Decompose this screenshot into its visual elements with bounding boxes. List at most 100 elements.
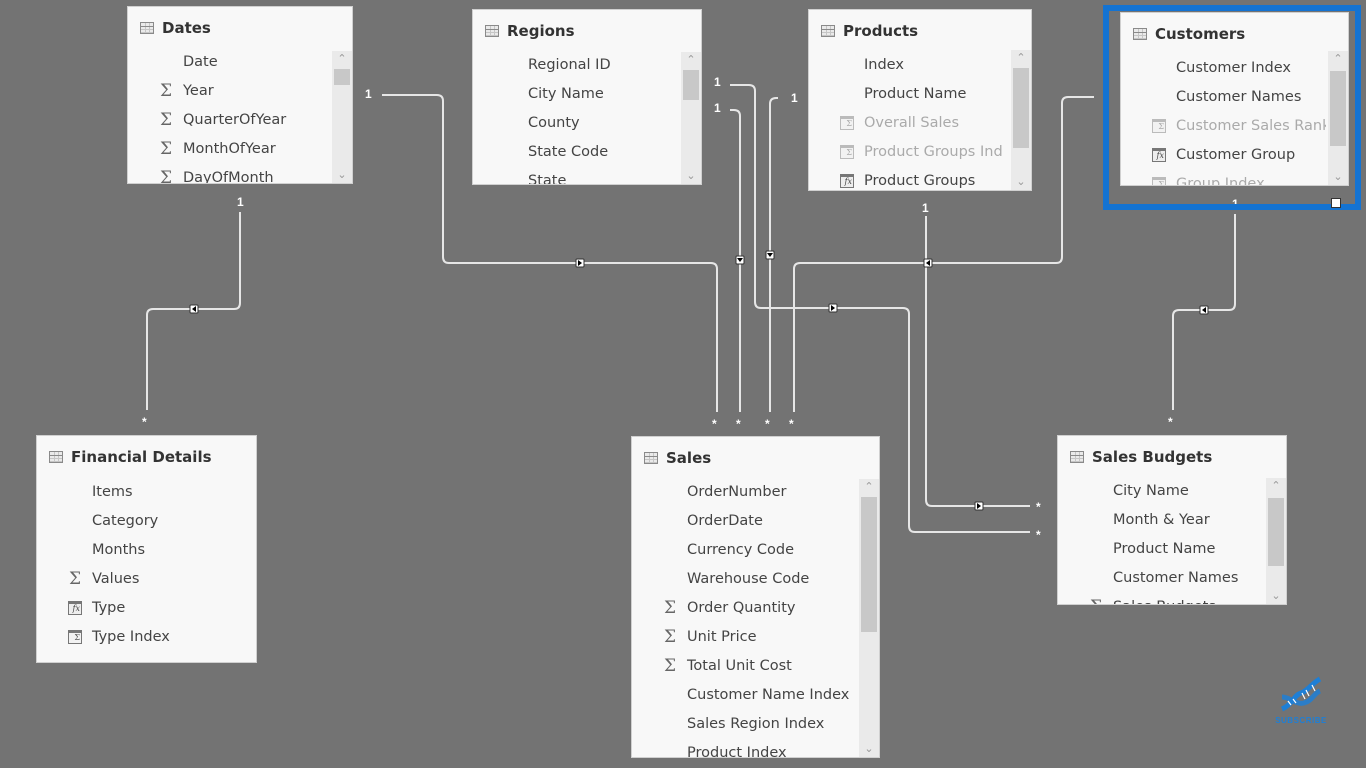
- table-icon: [49, 451, 63, 463]
- scroll-up-icon[interactable]: ⌃: [1266, 478, 1286, 494]
- scroll-down-icon[interactable]: ⌄: [681, 168, 701, 184]
- field-name: OrderDate: [687, 512, 763, 529]
- field-list: Date Σ Year Σ QuarterOfYear Σ MonthOfYear Σ DayO…: [128, 47, 330, 184]
- cardinality-many-label: *: [142, 415, 147, 429]
- relationship-arrow-products-sales[interactable]: [765, 250, 775, 260]
- field-year[interactable]: Σ Year: [128, 76, 330, 105]
- field-county[interactable]: County: [473, 108, 679, 137]
- field-list: Index Product Name Σ Overall Sales Σ Product …: [809, 50, 1009, 190]
- field-product-groups-ind[interactable]: Σ Product Groups Ind: [809, 137, 1009, 166]
- field-customer-names[interactable]: Customer Names: [1058, 563, 1264, 592]
- table-title: Sales Budgets: [1092, 448, 1213, 466]
- field-months[interactable]: Months: [37, 535, 236, 564]
- table-header[interactable]: Products: [821, 20, 918, 42]
- field-name: County: [528, 114, 580, 131]
- field-type[interactable]: fx Type: [37, 593, 236, 622]
- relationship-arrow-customers-budgets[interactable]: [1199, 305, 1209, 315]
- table-header[interactable]: Regions: [485, 20, 575, 42]
- table-title: Regions: [507, 22, 575, 40]
- field-sales-budgets[interactable]: Σ Sales Budgets: [1058, 592, 1264, 605]
- field-monthofyear[interactable]: Σ MonthOfYear: [128, 134, 330, 163]
- dna-icon: [1280, 676, 1322, 712]
- relationship-arrow-products-budgets[interactable]: [974, 501, 984, 511]
- table-card-dates[interactable]: Dates Date Σ Year Σ QuarterOfYear Σ MonthOfYear…: [127, 6, 353, 184]
- table-header[interactable]: Sales: [644, 447, 711, 469]
- table-header[interactable]: Dates: [140, 17, 211, 39]
- scroll-up-icon[interactable]: ⌃: [1011, 50, 1031, 66]
- table-card-sales[interactable]: Sales OrderNumber OrderDate Currency Code Wa…: [631, 436, 880, 758]
- table-header[interactable]: Sales Budgets: [1070, 446, 1212, 468]
- measure-glyph: Σ: [840, 144, 854, 159]
- scroll-down-icon[interactable]: ⌄: [1011, 174, 1031, 190]
- field-order-quantity[interactable]: Σ Order Quantity: [632, 593, 857, 622]
- scroll-thumb[interactable]: [683, 70, 699, 100]
- field-dayofmonth[interactable]: Σ DayOfMonth: [128, 163, 330, 184]
- relationship-arrow-dates-financial[interactable]: [189, 304, 199, 314]
- table-icon: [1070, 451, 1084, 463]
- field-product-index[interactable]: Product Index: [632, 738, 857, 758]
- scrollbar[interactable]: ⌃ ⌄: [859, 479, 879, 757]
- table-card-sales-budgets[interactable]: Sales Budgets City Name Month & Year Produc…: [1057, 435, 1287, 605]
- field-currency-code[interactable]: Currency Code: [632, 535, 857, 564]
- fx-glyph: fx: [68, 600, 82, 615]
- relationship-arrow-customers-sales[interactable]: [923, 258, 933, 268]
- scroll-thumb[interactable]: [1013, 68, 1029, 148]
- field-city-name[interactable]: City Name: [473, 79, 679, 108]
- scroll-up-icon[interactable]: ⌃: [681, 52, 701, 68]
- field-product-name[interactable]: Product Name: [809, 79, 1009, 108]
- field-date[interactable]: Date: [128, 47, 330, 76]
- relationship-arrow-dates-sales[interactable]: [735, 255, 745, 265]
- scrollbar[interactable]: ⌃ ⌄: [1266, 478, 1286, 604]
- scroll-down-icon[interactable]: ⌄: [332, 167, 352, 183]
- table-card-financial-details[interactable]: Financial Details Items Category Months Σ Val…: [36, 435, 257, 663]
- field-product-name[interactable]: Product Name: [1058, 534, 1264, 563]
- relationship-arrow-regions-budgets[interactable]: [828, 303, 838, 313]
- scroll-thumb[interactable]: [334, 69, 350, 85]
- field-state-code[interactable]: State Code: [473, 137, 679, 166]
- table-card-products[interactable]: Products Index Product Name Σ Overall Sales Σ…: [808, 9, 1032, 191]
- field-quarterofyear[interactable]: Σ QuarterOfYear: [128, 105, 330, 134]
- field-name: Product Name: [1113, 540, 1216, 557]
- field-month-year[interactable]: Month & Year: [1058, 505, 1264, 534]
- subscribe-watermark[interactable]: SUBSCRIBE: [1268, 675, 1334, 727]
- scroll-thumb[interactable]: [1268, 498, 1284, 566]
- field-state[interactable]: State: [473, 166, 679, 185]
- field-name: Items: [92, 483, 133, 500]
- relationship-arrow-regions-sales[interactable]: [575, 258, 585, 268]
- table-title: Sales: [666, 449, 712, 467]
- field-orderdate[interactable]: OrderDate: [632, 506, 857, 535]
- field-regional-id[interactable]: Regional ID: [473, 50, 679, 79]
- field-product-groups[interactable]: fx Product Groups: [809, 166, 1009, 190]
- field-total-unit-cost[interactable]: Σ Total Unit Cost: [632, 651, 857, 680]
- scroll-down-icon[interactable]: ⌄: [859, 741, 879, 757]
- resize-handle[interactable]: [1331, 198, 1341, 208]
- field-sales-region-index[interactable]: Sales Region Index: [632, 709, 857, 738]
- field-name: Customer Names: [1113, 569, 1239, 586]
- scroll-down-icon[interactable]: ⌄: [1266, 588, 1286, 604]
- field-category[interactable]: Category: [37, 506, 236, 535]
- field-values[interactable]: Σ Values: [37, 564, 236, 593]
- scrollbar[interactable]: ⌃ ⌄: [332, 51, 352, 183]
- field-type-index[interactable]: Σ Type Index: [37, 622, 236, 651]
- table-card-regions[interactable]: Regions Regional ID City Name County State C…: [472, 9, 702, 185]
- sigma-icon: Σ: [159, 109, 173, 130]
- field-name: Index: [864, 56, 904, 73]
- relationship-line-products-budgets[interactable]: [925, 216, 1030, 507]
- scroll-up-icon[interactable]: ⌃: [859, 479, 879, 495]
- scrollbar[interactable]: ⌃ ⌄: [681, 52, 701, 184]
- field-unit-price[interactable]: Σ Unit Price: [632, 622, 857, 651]
- scrollbar[interactable]: ⌃ ⌄: [1011, 50, 1031, 190]
- field-warehouse-code[interactable]: Warehouse Code: [632, 564, 857, 593]
- field-index[interactable]: Index: [809, 50, 1009, 79]
- table-header[interactable]: Financial Details: [49, 446, 212, 468]
- field-ordernumber[interactable]: OrderNumber: [632, 477, 857, 506]
- table-icon: [485, 25, 499, 37]
- field-items[interactable]: Items: [37, 477, 236, 506]
- field-overall-sales[interactable]: Σ Overall Sales: [809, 108, 1009, 137]
- scroll-up-icon[interactable]: ⌃: [332, 51, 352, 67]
- field-customer-name-index[interactable]: Customer Name Index: [632, 680, 857, 709]
- field-city-name[interactable]: City Name: [1058, 476, 1264, 505]
- field-name: Values: [92, 570, 140, 587]
- scroll-thumb[interactable]: [861, 497, 877, 632]
- field-name: Product Name: [864, 85, 967, 102]
